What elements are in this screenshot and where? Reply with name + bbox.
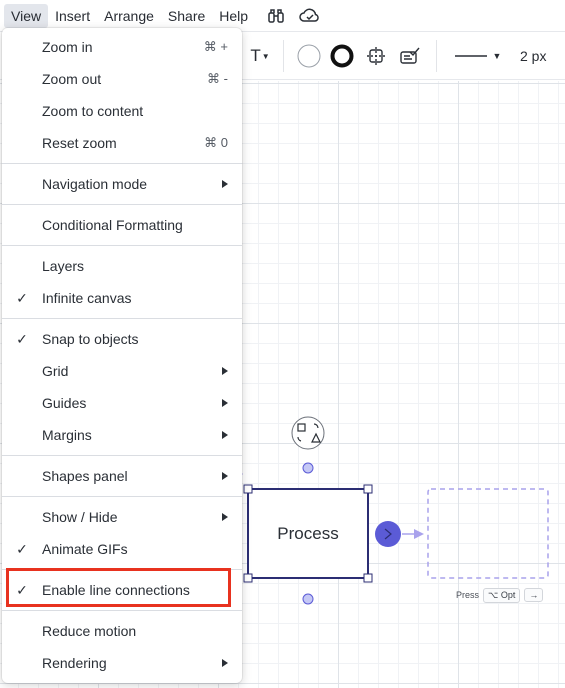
menu-item-navigation-mode[interactable]: Navigation mode: [2, 168, 242, 200]
shape-options-icon[interactable]: [362, 32, 390, 80]
menu-divider: [2, 569, 242, 570]
divider: [283, 40, 284, 72]
menu-view[interactable]: View: [4, 3, 49, 28]
menu-item-conditional-formatting[interactable]: Conditional Formatting: [2, 209, 242, 241]
menu-item-rendering[interactable]: Rendering: [2, 647, 242, 679]
replace-shape-icon[interactable]: [291, 416, 325, 450]
check-icon: ✓: [16, 581, 28, 598]
view-menu-dropdown: Zoom in ⌘ + Zoom out ⌘ - Zoom to content…: [2, 28, 242, 683]
chevron-down-icon: ▼: [492, 51, 502, 61]
text-format-icon[interactable]: T ▼: [246, 32, 274, 80]
menu-insert[interactable]: Insert: [48, 4, 97, 28]
menu-item-shapes-panel[interactable]: Shapes panel: [2, 460, 242, 492]
menu-divider: [2, 610, 242, 611]
menu-item-grid[interactable]: Grid: [2, 355, 242, 387]
check-icon: ✓: [16, 330, 28, 347]
menu-item-reset-zoom[interactable]: Reset zoom ⌘ 0: [2, 127, 242, 159]
check-icon: ✓: [16, 540, 28, 557]
menu-item-margins[interactable]: Margins: [2, 419, 242, 451]
menu-divider: [2, 496, 242, 497]
process-shape-label: Process: [277, 523, 339, 543]
submenu-arrow-icon: [222, 180, 228, 188]
keyboard-hint: Press ⌥ Opt →: [456, 587, 544, 603]
submenu-arrow-icon: [222, 659, 228, 667]
menu-help[interactable]: Help: [212, 4, 255, 28]
menu-divider: [2, 245, 242, 246]
menu-divider: [2, 163, 242, 164]
line-style-icon[interactable]: ▼: [452, 32, 504, 80]
menu-item-zoom-out[interactable]: Zoom out ⌘ -: [2, 63, 242, 95]
ghost-arrow-icon: [414, 529, 424, 539]
menu-item-infinite-canvas[interactable]: ✓ Infinite canvas: [2, 282, 242, 314]
connection-point-bottom[interactable]: [302, 593, 314, 605]
menu-arrange[interactable]: Arrange: [97, 4, 161, 28]
binoculars-icon[interactable]: [263, 4, 289, 28]
border-style-icon[interactable]: [328, 32, 356, 80]
conditional-format-icon[interactable]: [396, 32, 424, 80]
hint-arrow: →: [524, 588, 544, 602]
menu-item-zoom-in[interactable]: Zoom in ⌘ +: [2, 31, 242, 63]
submenu-arrow-icon: [222, 513, 228, 521]
menu-item-snap-to-objects[interactable]: ✓ Snap to objects: [2, 323, 242, 355]
menu-item-layers[interactable]: Layers: [2, 250, 242, 282]
ghost-shape-preview[interactable]: [427, 488, 549, 579]
submenu-arrow-icon: [222, 431, 228, 439]
menu-item-reduce-motion[interactable]: Reduce motion: [2, 615, 242, 647]
menu-item-guides[interactable]: Guides: [2, 387, 242, 419]
check-icon: ✓: [16, 289, 28, 306]
menu-item-animate-gifs[interactable]: ✓ Animate GIFs: [2, 533, 242, 565]
connection-point-top[interactable]: [302, 462, 314, 474]
line-width-value[interactable]: 2 px: [520, 32, 565, 80]
hint-text: Press: [456, 590, 480, 600]
submenu-arrow-icon: [222, 367, 228, 375]
hint-key: ⌥ Opt: [483, 587, 521, 603]
submenu-arrow-icon: [222, 399, 228, 407]
submenu-arrow-icon: [222, 472, 228, 480]
menu-item-enable-line-connections[interactable]: ✓ Enable line connections: [2, 574, 242, 606]
fill-color-icon[interactable]: [295, 32, 323, 80]
quick-connect-button[interactable]: [375, 521, 401, 547]
menu-item-show-hide[interactable]: Show / Hide: [2, 501, 242, 533]
menu-divider: [2, 318, 242, 319]
menu-divider: [2, 204, 242, 205]
divider: [436, 40, 437, 72]
cloud-sync-icon[interactable]: [297, 4, 323, 28]
menu-item-zoom-to-content[interactable]: Zoom to content: [2, 95, 242, 127]
chevron-down-icon: ▼: [261, 51, 270, 61]
text-tool-label: T: [250, 46, 261, 65]
menu-divider: [2, 455, 242, 456]
menu-share[interactable]: Share: [161, 4, 212, 28]
